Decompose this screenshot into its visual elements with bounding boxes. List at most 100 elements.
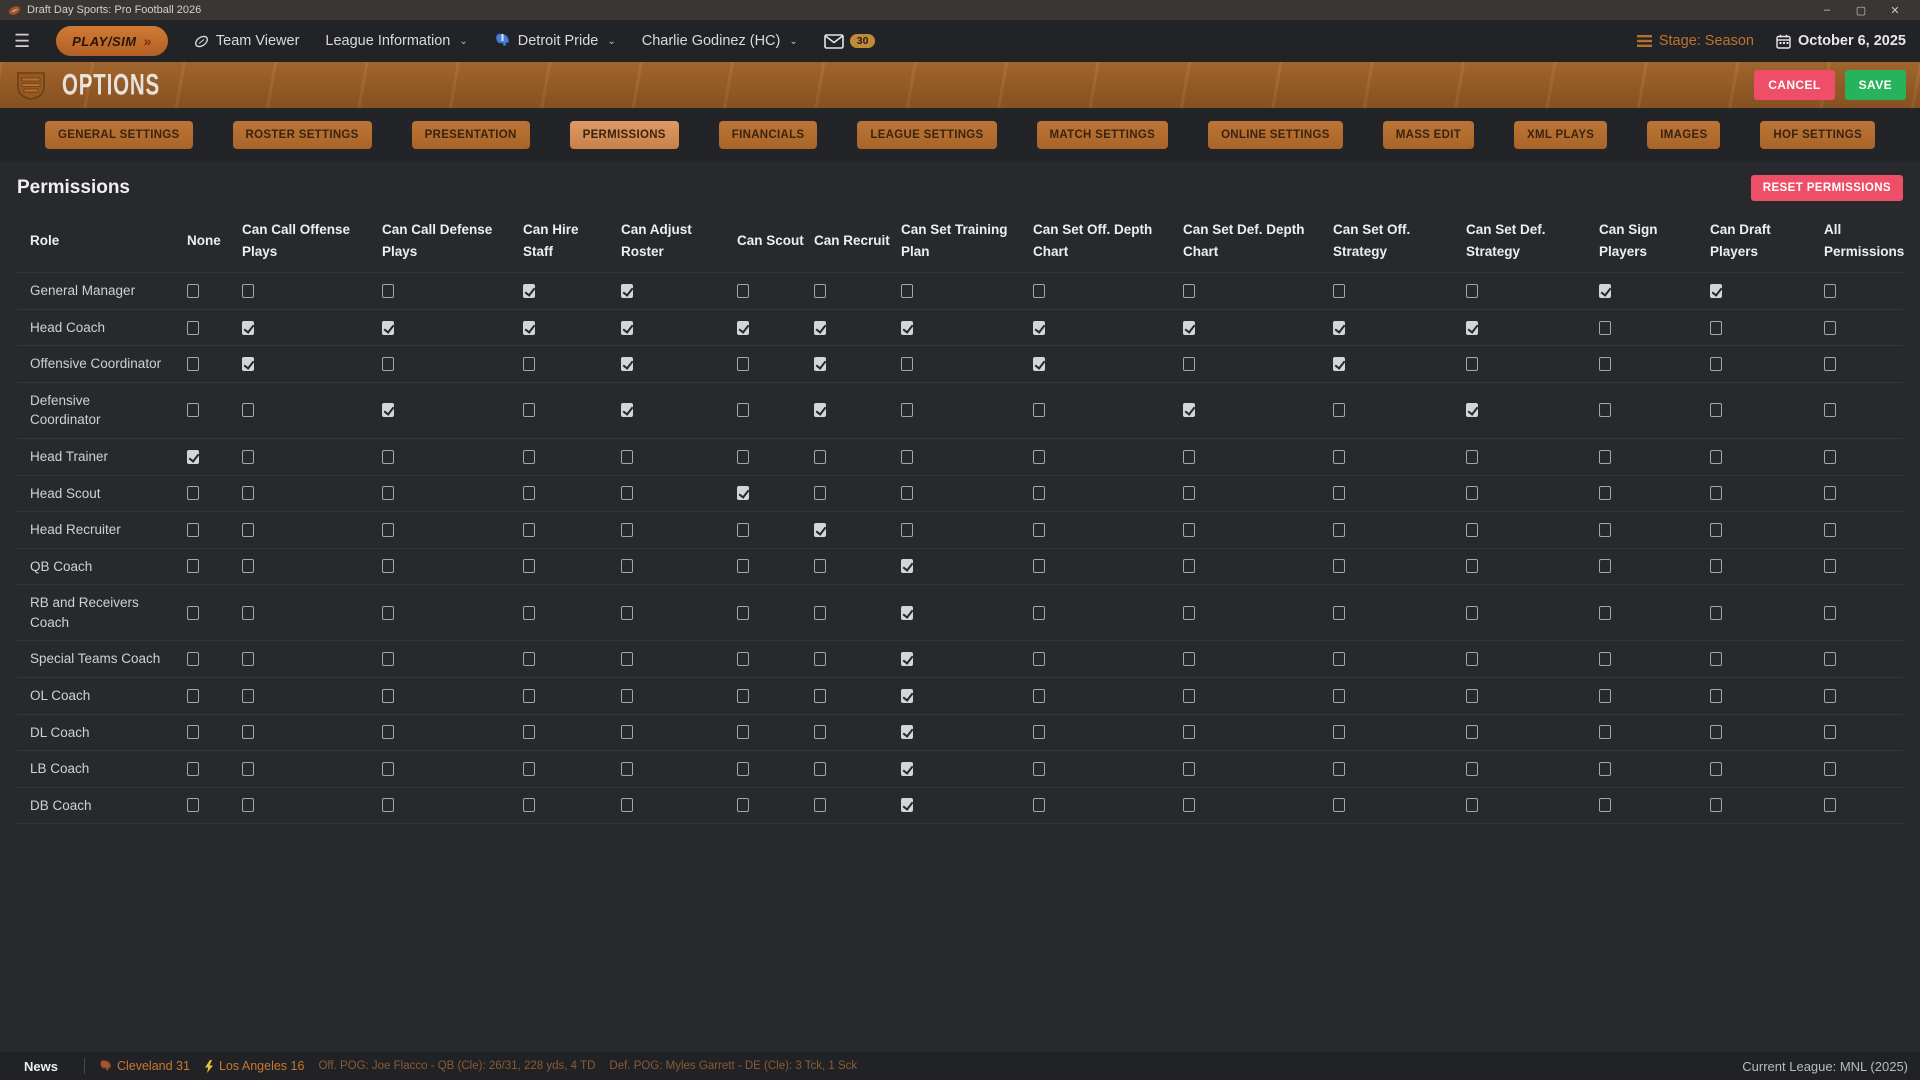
permission-checkbox-can-recruit[interactable] (814, 321, 826, 335)
permission-checkbox-none[interactable] (187, 798, 199, 812)
permission-checkbox-can-hire-staff[interactable] (523, 725, 535, 739)
permission-checkbox-can-adjust-roster[interactable] (621, 486, 633, 500)
permission-checkbox-can-adjust-roster[interactable] (621, 403, 633, 417)
permission-checkbox-can-draft-players[interactable] (1710, 450, 1722, 464)
permission-checkbox-can-set-def-strategy[interactable] (1466, 284, 1478, 298)
permission-checkbox-can-sign-players[interactable] (1599, 798, 1611, 812)
permission-checkbox-can-draft-players[interactable] (1710, 725, 1722, 739)
permission-checkbox-can-recruit[interactable] (814, 762, 826, 776)
permission-checkbox-can-hire-staff[interactable] (523, 486, 535, 500)
permission-checkbox-all-permissions[interactable] (1824, 321, 1836, 335)
permission-checkbox-can-recruit[interactable] (814, 798, 826, 812)
nav-team-viewer[interactable]: Team Viewer (194, 33, 300, 49)
news-score-away[interactable]: Cleveland 31 (99, 1059, 190, 1073)
permission-checkbox-can-set-def-depth-chart[interactable] (1183, 450, 1195, 464)
permission-checkbox-can-set-def-depth-chart[interactable] (1183, 652, 1195, 666)
permission-checkbox-can-hire-staff[interactable] (523, 523, 535, 537)
permission-checkbox-none[interactable] (187, 486, 199, 500)
permission-checkbox-can-set-training-plan[interactable] (901, 321, 913, 335)
permission-checkbox-can-set-off-strategy[interactable] (1333, 762, 1345, 776)
permission-checkbox-can-call-offense-plays[interactable] (242, 559, 254, 573)
tab-league-settings[interactable]: LEAGUE SETTINGS (857, 121, 996, 149)
permission-checkbox-all-permissions[interactable] (1824, 798, 1836, 812)
permission-checkbox-can-call-defense-plays[interactable] (382, 798, 394, 812)
permission-checkbox-can-adjust-roster[interactable] (621, 321, 633, 335)
permission-checkbox-can-set-def-strategy[interactable] (1466, 606, 1478, 620)
permission-checkbox-can-adjust-roster[interactable] (621, 450, 633, 464)
permission-checkbox-can-set-off-strategy[interactable] (1333, 403, 1345, 417)
permission-checkbox-can-set-def-depth-chart[interactable] (1183, 321, 1195, 335)
permission-checkbox-can-set-def-depth-chart[interactable] (1183, 689, 1195, 703)
permission-checkbox-can-set-training-plan[interactable] (901, 652, 913, 666)
permission-checkbox-can-adjust-roster[interactable] (621, 652, 633, 666)
permission-checkbox-can-call-offense-plays[interactable] (242, 606, 254, 620)
permission-checkbox-can-call-offense-plays[interactable] (242, 762, 254, 776)
permission-checkbox-can-recruit[interactable] (814, 284, 826, 298)
permission-checkbox-can-draft-players[interactable] (1710, 284, 1722, 298)
permission-checkbox-can-recruit[interactable] (814, 725, 826, 739)
permission-checkbox-can-hire-staff[interactable] (523, 559, 535, 573)
permission-checkbox-can-call-defense-plays[interactable] (382, 559, 394, 573)
permission-checkbox-can-adjust-roster[interactable] (621, 357, 633, 371)
permission-checkbox-all-permissions[interactable] (1824, 450, 1836, 464)
nav-user-select[interactable]: Charlie Godinez (HC) ⌄ (642, 33, 798, 49)
permission-checkbox-can-call-offense-plays[interactable] (242, 321, 254, 335)
permission-checkbox-none[interactable] (187, 725, 199, 739)
permission-checkbox-can-scout[interactable] (737, 403, 749, 417)
permission-checkbox-can-set-training-plan[interactable] (901, 559, 913, 573)
permission-checkbox-can-recruit[interactable] (814, 606, 826, 620)
permission-checkbox-can-set-def-strategy[interactable] (1466, 725, 1478, 739)
permission-checkbox-can-set-def-depth-chart[interactable] (1183, 606, 1195, 620)
permission-checkbox-can-call-offense-plays[interactable] (242, 523, 254, 537)
play-sim-button[interactable]: PLAY/SIM » (56, 26, 168, 56)
permission-checkbox-can-recruit[interactable] (814, 689, 826, 703)
permission-checkbox-can-set-def-depth-chart[interactable] (1183, 284, 1195, 298)
news-score-home[interactable]: Los Angeles 16 (204, 1059, 305, 1073)
permission-checkbox-can-sign-players[interactable] (1599, 486, 1611, 500)
permission-checkbox-can-hire-staff[interactable] (523, 321, 535, 335)
permission-checkbox-can-set-off-strategy[interactable] (1333, 652, 1345, 666)
permission-checkbox-can-set-off-strategy[interactable] (1333, 689, 1345, 703)
tab-match-settings[interactable]: MATCH SETTINGS (1037, 121, 1169, 149)
permission-checkbox-can-set-off-strategy[interactable] (1333, 357, 1345, 371)
permission-checkbox-can-sign-players[interactable] (1599, 689, 1611, 703)
permission-checkbox-can-call-offense-plays[interactable] (242, 652, 254, 666)
permission-checkbox-can-set-off-strategy[interactable] (1333, 486, 1345, 500)
permission-checkbox-none[interactable] (187, 652, 199, 666)
permission-checkbox-can-call-defense-plays[interactable] (382, 725, 394, 739)
permission-checkbox-can-set-off-depth-chart[interactable] (1033, 559, 1045, 573)
permission-checkbox-can-set-off-depth-chart[interactable] (1033, 762, 1045, 776)
permission-checkbox-can-call-offense-plays[interactable] (242, 357, 254, 371)
permission-checkbox-can-adjust-roster[interactable] (621, 798, 633, 812)
permission-checkbox-can-sign-players[interactable] (1599, 403, 1611, 417)
permission-checkbox-can-sign-players[interactable] (1599, 357, 1611, 371)
permission-checkbox-can-set-off-depth-chart[interactable] (1033, 689, 1045, 703)
permission-checkbox-can-draft-players[interactable] (1710, 523, 1722, 537)
permission-checkbox-can-call-offense-plays[interactable] (242, 725, 254, 739)
permission-checkbox-can-draft-players[interactable] (1710, 357, 1722, 371)
nav-team-select[interactable]: Detroit Pride ⌄ (494, 33, 616, 49)
permission-checkbox-can-scout[interactable] (737, 486, 749, 500)
permission-checkbox-can-sign-players[interactable] (1599, 523, 1611, 537)
permission-checkbox-can-set-off-strategy[interactable] (1333, 321, 1345, 335)
permission-checkbox-can-call-defense-plays[interactable] (382, 486, 394, 500)
permission-checkbox-can-set-training-plan[interactable] (901, 357, 913, 371)
permission-checkbox-can-set-def-depth-chart[interactable] (1183, 357, 1195, 371)
permission-checkbox-can-sign-players[interactable] (1599, 652, 1611, 666)
permission-checkbox-can-set-training-plan[interactable] (901, 523, 913, 537)
tab-roster-settings[interactable]: ROSTER SETTINGS (233, 121, 372, 149)
permission-checkbox-none[interactable] (187, 450, 199, 464)
permission-checkbox-can-set-off-depth-chart[interactable] (1033, 652, 1045, 666)
permission-checkbox-can-set-def-depth-chart[interactable] (1183, 403, 1195, 417)
permission-checkbox-can-adjust-roster[interactable] (621, 284, 633, 298)
permission-checkbox-can-set-training-plan[interactable] (901, 725, 913, 739)
permission-checkbox-can-set-off-depth-chart[interactable] (1033, 284, 1045, 298)
permission-checkbox-can-set-def-strategy[interactable] (1466, 486, 1478, 500)
permission-checkbox-can-call-defense-plays[interactable] (382, 357, 394, 371)
permission-checkbox-can-call-defense-plays[interactable] (382, 652, 394, 666)
permission-checkbox-can-sign-players[interactable] (1599, 284, 1611, 298)
permission-checkbox-can-hire-staff[interactable] (523, 652, 535, 666)
permission-checkbox-can-scout[interactable] (737, 798, 749, 812)
minimize-button[interactable]: – (1810, 4, 1844, 16)
permission-checkbox-can-scout[interactable] (737, 725, 749, 739)
